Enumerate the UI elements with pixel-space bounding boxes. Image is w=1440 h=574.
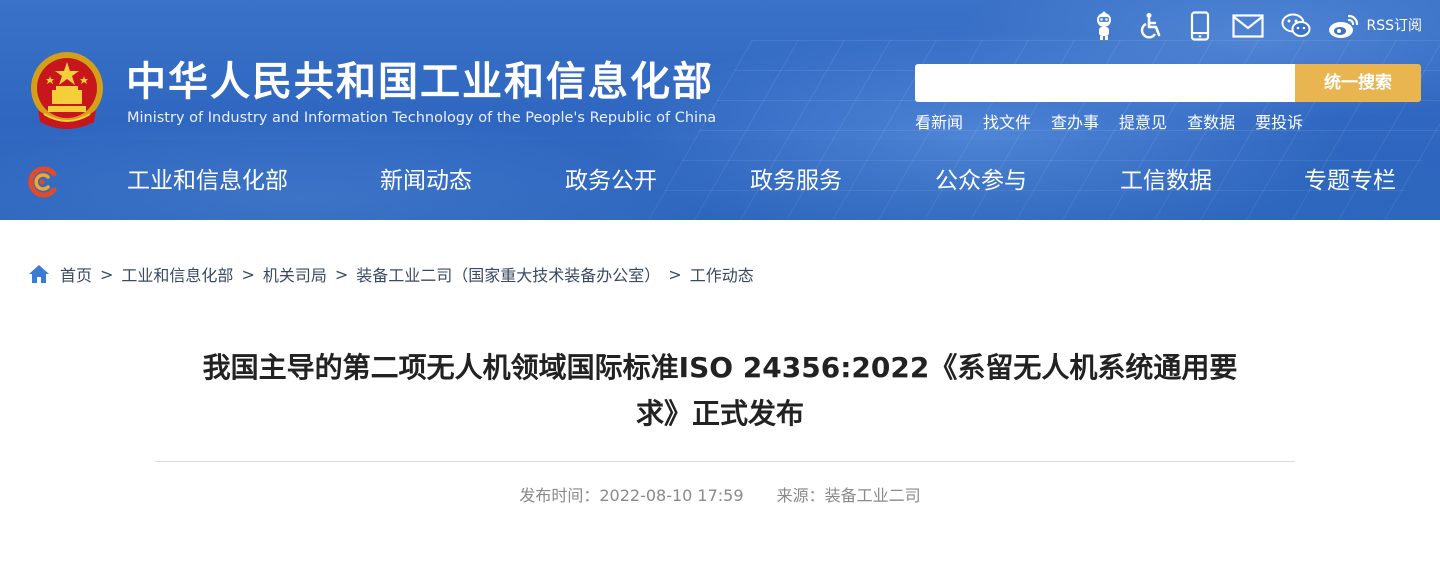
site-title[interactable]: 中华人民共和国工业和信息化部 [126, 58, 714, 106]
quick-link-documents[interactable]: 找文件 [983, 112, 1031, 134]
accessibility-icon[interactable] [1136, 10, 1168, 42]
breadcrumb: 首页 > 工业和信息化部 > 机关司局 > 装备工业二司（国家重大技术装备办公室… [28, 262, 754, 286]
article-title-line-1: 我国主导的第二项无人机领域国际标准ISO 24356:2022《系留无人机系统通… [202, 351, 1238, 384]
search-input[interactable] [915, 64, 1295, 102]
mail-icon[interactable] [1232, 10, 1265, 42]
quick-link-data[interactable]: 查数据 [1187, 112, 1235, 134]
rss-link[interactable]: RSS订阅 [1366, 10, 1422, 42]
nav-item-news[interactable]: 新闻动态 [380, 163, 472, 199]
article-source: 来源：装备工业二司 [776, 486, 921, 505]
quick-link-complaint[interactable]: 要投诉 [1255, 112, 1303, 134]
wechat-icon[interactable] [1280, 10, 1312, 42]
quick-link-services[interactable]: 查办事 [1051, 112, 1099, 134]
robot-assistant-icon[interactable] [1088, 10, 1120, 42]
national-emblem-icon[interactable] [28, 50, 106, 132]
site-header: 中华人民共和国工业和信息化部 Ministry of Industry and … [0, 0, 1440, 220]
article-meta: 发布时间：2022-08-10 17:59 来源：装备工业二司 [0, 485, 1440, 507]
breadcrumb-work-news[interactable]: 工作动态 [690, 262, 754, 286]
nav-item-gov-services[interactable]: 政务服务 [750, 163, 842, 199]
home-icon[interactable] [28, 264, 50, 284]
search-button[interactable]: 统一搜索 [1295, 64, 1421, 102]
nav-item-special-topics[interactable]: 专题专栏 [1304, 163, 1396, 199]
quick-link-feedback[interactable]: 提意见 [1119, 112, 1167, 134]
top-toolbar: RSS订阅 [1072, 10, 1422, 42]
title-divider [155, 461, 1295, 462]
breadcrumb-separator: > [334, 264, 349, 284]
nav-item-gov-affairs[interactable]: 政务公开 [565, 163, 657, 199]
mobile-icon[interactable] [1184, 10, 1216, 42]
party-emblem-icon[interactable] [24, 164, 60, 200]
quick-links: 看新闻 找文件 查办事 提意见 查数据 要投诉 [915, 112, 1323, 134]
breadcrumb-separator: > [241, 264, 255, 284]
quick-link-news[interactable]: 看新闻 [915, 112, 963, 134]
nav-item-public-participation[interactable]: 公众参与 [935, 163, 1027, 199]
nav-item-ministry[interactable]: 工业和信息化部 [127, 163, 288, 199]
article-title: 我国主导的第二项无人机领域国际标准ISO 24356:2022《系留无人机系统通… [160, 345, 1280, 437]
breadcrumb-separator: > [668, 264, 682, 284]
breadcrumb-departments[interactable]: 机关司局 [263, 262, 327, 286]
weibo-icon[interactable] [1328, 10, 1360, 42]
publish-time: 发布时间：2022-08-10 17:59 [519, 486, 744, 505]
breadcrumb-separator: > [100, 264, 114, 284]
nav-item-data[interactable]: 工信数据 [1120, 163, 1212, 199]
article-title-line-2: 求》正式发布 [635, 397, 804, 430]
breadcrumb-equipment-dept[interactable]: 装备工业二司（国家重大技术装备办公室） [356, 262, 660, 286]
breadcrumb-ministry[interactable]: 工业和信息化部 [121, 262, 233, 286]
breadcrumb-home[interactable]: 首页 [60, 262, 92, 286]
site-subtitle: Ministry of Industry and Information Tec… [127, 110, 717, 126]
